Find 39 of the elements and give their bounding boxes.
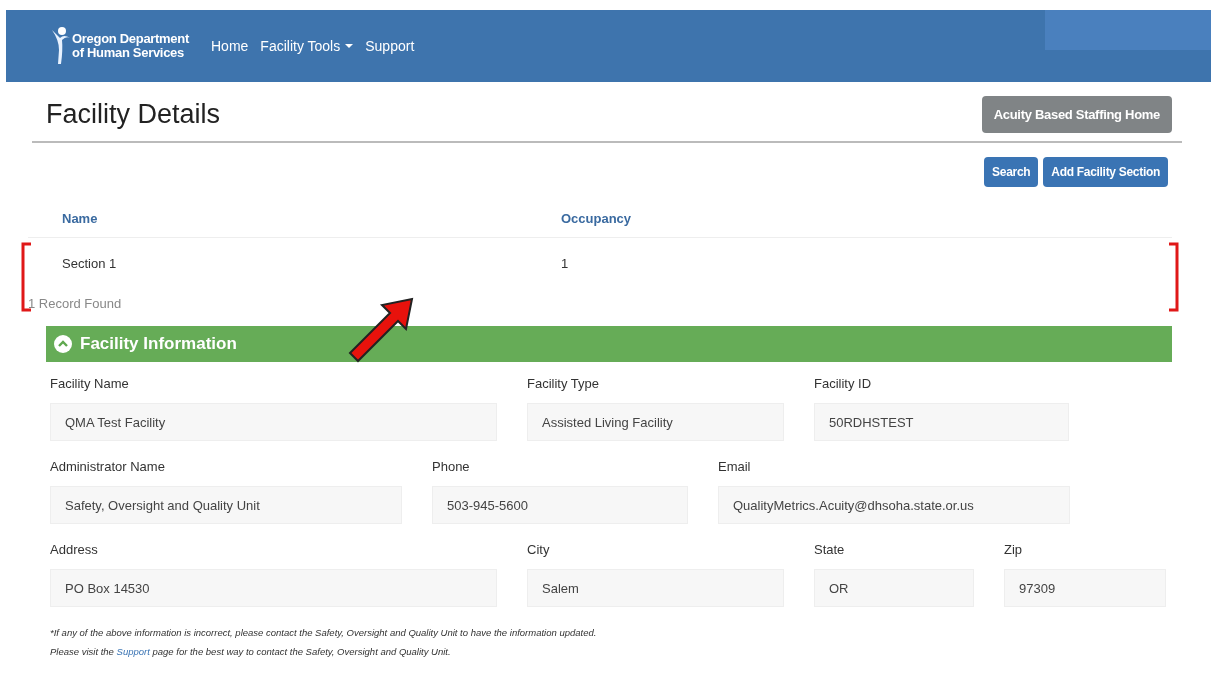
action-button[interactable]: Add Facility Section [1043,157,1168,187]
support-link[interactable]: Support [116,646,150,657]
input-field[interactable]: 50RDHSTEST [814,403,1069,441]
staffing-home-button[interactable]: Acuity Based Staffing Home [981,96,1172,133]
field-label: Facility ID [814,376,873,391]
column-header[interactable]: Name [62,210,561,226]
input-field[interactable]: Salem [527,569,784,607]
bracket-annotation [1168,242,1180,312]
input-field[interactable]: PO Box 14530 [50,569,497,607]
input-field[interactable]: Assisted Living Facility [527,403,784,441]
input-field[interactable]: Safety, Oversight and Quality Unit [50,486,402,524]
input-field[interactable]: QualityMetrics.Acuity@dhsoha.state.or.us [718,486,1070,524]
input-field[interactable]: QMA Test Facility [50,403,497,441]
action-button[interactable]: Search [984,157,1039,187]
field-label: Email [718,459,752,474]
table-cell-text: Section 1 [62,255,118,271]
field-label: Phone [432,459,471,474]
field-label: Administrator Name [50,459,166,474]
input-field[interactable]: 503-945-5600 [432,486,688,524]
field-label: Address [50,542,99,557]
nav-link[interactable]: Facility Tools [260,38,354,54]
info-note: *If any of the above information is incorrect, please contact the Safety, Oversight and Quality Unit to have the information updated. [50,627,598,638]
brand-name[interactable]: Oregon Department of Human Services [72,32,189,60]
record-count: 1 Record Found [28,296,123,313]
field-label: Zip [1004,542,1024,557]
panel-title: Facility Information [80,334,237,354]
input-field[interactable]: OR [814,569,974,607]
info-note: Please visit the Support page for the best way to contact the Safety, Oversight and Quality Unit. [50,646,452,657]
input-field[interactable]: 97309 [1004,569,1166,607]
table-cell-text: 1 [561,255,570,271]
nav-link[interactable]: Support [365,38,415,54]
field-label: City [527,542,551,557]
person-logo-icon [50,26,70,66]
field-label: State [814,542,846,557]
column-header[interactable]: Occupancy [561,210,1172,226]
field-label: Facility Type [527,376,600,391]
field-label: Facility Name [50,376,130,391]
nav-link[interactable]: Home [211,38,249,54]
page-title: Facility Details [46,99,221,130]
